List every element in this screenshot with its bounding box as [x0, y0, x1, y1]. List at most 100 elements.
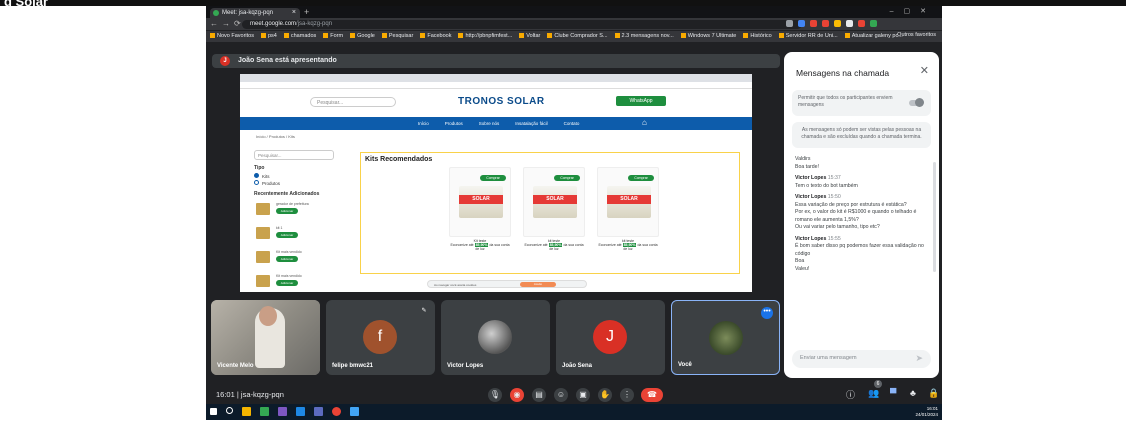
- browser-tab[interactable]: Meet: jsa-kqzg-pqn ×: [210, 8, 300, 18]
- activities-icon[interactable]: ♣: [910, 388, 916, 398]
- emoji-icon[interactable]: ☺: [554, 388, 568, 402]
- participant-tile[interactable]: Vicente Melo: [211, 300, 320, 375]
- new-tab-icon[interactable]: +: [304, 7, 309, 17]
- meet-favicon-icon: [213, 10, 219, 16]
- more-options-icon[interactable]: ⋮: [620, 388, 634, 402]
- whatsapp-button: WhatsApp: [616, 96, 666, 106]
- chat-message-input[interactable]: Enviar uma mensagem ➤: [792, 350, 931, 368]
- bookmark-item[interactable]: Atualizar galeny pc...: [845, 33, 903, 42]
- bookmark-item[interactable]: Histórico: [743, 33, 771, 42]
- recent-item-button: Adicionar: [276, 280, 298, 286]
- chat-permission-text: Permitir que todos os participantes envi…: [798, 95, 893, 108]
- extension-icon[interactable]: [858, 20, 865, 27]
- extension-icon[interactable]: [798, 20, 805, 27]
- close-tab-icon[interactable]: ×: [292, 9, 296, 16]
- bookmark-item[interactable]: Servidor RR de Uni...: [779, 33, 838, 42]
- chat-line: Valdirs: [795, 156, 811, 162]
- nav-buttons[interactable]: ←→⟳: [210, 19, 245, 28]
- participant-tile[interactable]: f ✎ felipe bmwc21: [326, 300, 435, 375]
- extension-icon[interactable]: [810, 20, 817, 27]
- search-icon[interactable]: [226, 407, 233, 414]
- end-call-button[interactable]: ☎: [641, 388, 663, 402]
- camera-off-icon[interactable]: ◉: [510, 388, 524, 402]
- taskbar-app-icon[interactable]: [314, 407, 323, 416]
- bookmark-item[interactable]: Novo Favoritos: [210, 33, 254, 42]
- extension-icon[interactable]: [846, 20, 853, 27]
- close-icon[interactable]: ✕: [920, 64, 929, 77]
- bookmark-item[interactable]: Clube Comprador S...: [547, 33, 607, 42]
- other-bookmarks[interactable]: Outros favoritos: [897, 32, 936, 38]
- chat-line: É bom saber disso pq podemos fazer essa …: [795, 243, 924, 257]
- taskbar-clock: 16:01 24/01/2024: [915, 406, 938, 418]
- recent-item-button: Adicionar: [276, 208, 298, 214]
- chat-permission: Permitir que todos os participantes envi…: [792, 90, 931, 116]
- vscode-icon[interactable]: [296, 407, 305, 416]
- windows-start-icon[interactable]: [210, 408, 217, 415]
- chat-line: Valeu!: [795, 265, 810, 272]
- recent-item-button: Adicionar: [276, 256, 298, 262]
- participant-tile-self[interactable]: ••• Você: [671, 300, 780, 375]
- cart-icon: ⌂: [642, 118, 647, 127]
- mic-icon[interactable]: 🎙: [488, 388, 502, 402]
- bookmark-item[interactable]: Facebook: [420, 33, 451, 42]
- file-explorer-icon[interactable]: [242, 407, 251, 416]
- filter-search: Pesquisar...: [254, 150, 334, 160]
- shared-url-bar: [240, 82, 752, 89]
- site-breadcrumb: Início / Produtos / Kits: [256, 134, 295, 139]
- presenting-banner: J João Sena está apresentando: [212, 54, 780, 68]
- chat-line: Boa: [795, 258, 805, 264]
- chrome-icon[interactable]: [332, 407, 341, 416]
- raise-hand-icon[interactable]: ✋: [598, 388, 612, 402]
- product-economy: Economize até 85,90% da sua conta de luz: [450, 243, 510, 251]
- chat-scrollbar[interactable]: [933, 162, 936, 272]
- participant-photo: [709, 321, 743, 355]
- send-icon[interactable]: ➤: [915, 353, 923, 364]
- bookmark-item[interactable]: Google: [350, 33, 375, 42]
- more-options-icon[interactable]: •••: [761, 307, 773, 319]
- profile-icon[interactable]: [870, 20, 877, 27]
- window-controls[interactable]: –▢✕: [890, 7, 936, 15]
- present-icon[interactable]: ▣: [576, 388, 590, 402]
- host-controls-icon[interactable]: 🔒: [928, 388, 939, 399]
- site-nav: Início Produtos Sobre nós Insatalação fá…: [240, 117, 752, 130]
- extension-icon[interactable]: [786, 20, 793, 27]
- bookmark-item[interactable]: Voltar: [519, 33, 540, 42]
- info-icon[interactable]: ⓘ: [846, 388, 855, 401]
- bookmark-item[interactable]: Form: [323, 33, 343, 42]
- url-path: /jsa-kqzg-pqn: [296, 21, 333, 27]
- windows-taskbar: 16:01 24/01/2024: [206, 404, 942, 420]
- bookmark-item[interactable]: http://pbnpfimfest...: [458, 33, 512, 42]
- extension-icon[interactable]: [822, 20, 829, 27]
- battery-thumbnail: [256, 227, 270, 239]
- filter-option: Produtos: [254, 180, 354, 186]
- bookmark-item[interactable]: ps4: [261, 33, 277, 42]
- participant-name: Vicente Melo: [217, 363, 254, 369]
- site-brand: TRONOS SOLAR: [458, 96, 545, 107]
- participant-tile[interactable]: Victor Lopes: [441, 300, 550, 375]
- bookmark-item[interactable]: 2.3 mensagens nov...: [615, 33, 674, 42]
- chat-input-placeholder: Enviar uma mensagem: [800, 355, 857, 361]
- bookmarks-bar: Novo Favoritos ps4 chamados Form Google Pesqu…: [206, 30, 942, 42]
- people-icon[interactable]: 👥: [868, 388, 879, 399]
- chat-permission-toggle[interactable]: [909, 98, 924, 107]
- bookmark-item[interactable]: chamados: [284, 33, 316, 42]
- site-nav-item: Sobre nós: [478, 121, 500, 126]
- chat-sender: Victor Lopes: [795, 235, 827, 242]
- battery-label: SOLAR: [459, 195, 503, 204]
- taskbar-app-icon[interactable]: [278, 407, 287, 416]
- url-field[interactable]: meet.google.com/jsa-kqzg-pqn: [242, 20, 802, 29]
- shared-tab-bar: [240, 74, 752, 82]
- chat-line: Boa tarde!: [795, 163, 819, 170]
- participant-tile[interactable]: J João Sena: [556, 300, 665, 375]
- extension-icon[interactable]: [834, 20, 841, 27]
- taskbar-app-icon[interactable]: [260, 407, 269, 416]
- captions-icon[interactable]: ▤: [532, 388, 546, 402]
- chat-time: 15:55: [827, 235, 841, 242]
- bookmark-item[interactable]: Windows 7 Ultimate: [681, 33, 737, 42]
- meet-controls-bar: 16:01 | jsa-kqzg-pqn 🎙 ◉ ▤ ☺ ▣ ✋ ⋮ ☎ ⓘ 6…: [206, 380, 942, 404]
- chat-icon[interactable]: ▀: [890, 388, 896, 398]
- chat-line: Tem o texto do bot também: [795, 182, 858, 189]
- tab-bar: Meet: jsa-kqzg-pqn × + –▢✕: [206, 6, 942, 18]
- bookmark-item[interactable]: Pesquisar: [382, 33, 413, 42]
- taskbar-app-icon[interactable]: [350, 407, 359, 416]
